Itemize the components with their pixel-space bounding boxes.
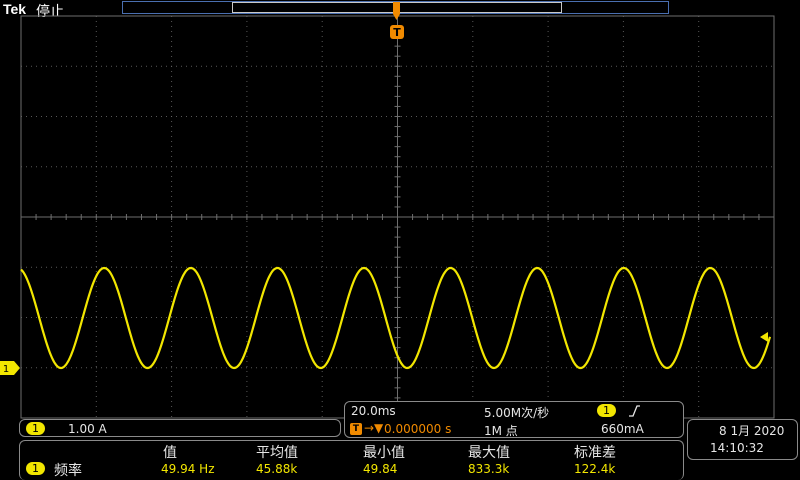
time-per-div: 20.0ms xyxy=(351,404,396,418)
measure-row-badge: 1 xyxy=(26,462,45,475)
measure-header-min: 最小值 xyxy=(363,445,405,461)
rising-edge-icon xyxy=(629,405,640,417)
trigger-level-arrow-icon[interactable] xyxy=(760,332,768,342)
channel1-ground-label: 1 xyxy=(3,364,9,375)
channel1-ground-marker[interactable]: 1 xyxy=(0,361,20,375)
measure-header-value: 值 xyxy=(163,445,177,461)
record-length: 1M 点 xyxy=(484,424,518,438)
measure-header-mean: 平均值 xyxy=(256,445,298,461)
datetime-box: 8 1月 2020 14:10:32 xyxy=(687,419,798,460)
channel1-scale-box[interactable]: 1 1.00 A xyxy=(19,419,341,437)
measure-header-stddev: 标准差 xyxy=(574,445,616,461)
measure-max: 833.3k xyxy=(468,462,510,476)
trigger-position: 0.000000 s xyxy=(384,422,452,436)
trigger-source-badge: 1 xyxy=(597,404,616,417)
sample-rate: 5.00M次/秒 xyxy=(484,406,550,420)
trigger-position-icon: T xyxy=(350,423,362,435)
trigger-arrow-icon: →▼ xyxy=(364,421,384,435)
measure-header-max: 最大值 xyxy=(468,445,510,461)
channel1-scale: 1.00 A xyxy=(68,422,107,436)
measure-stddev: 122.4k xyxy=(574,462,616,476)
trigger-level: 660mA xyxy=(601,422,644,436)
trigger-marker-label: T xyxy=(393,26,401,39)
measure-min: 49.84 xyxy=(363,462,398,476)
measure-row-name: 频率 xyxy=(54,463,82,479)
channel1-badge: 1 xyxy=(26,422,45,435)
measure-mean: 45.88k xyxy=(256,462,298,476)
measurements-panel[interactable]: 值 平均值 最小值 最大值 标准差 1 频率 49.94 Hz 45.88k 4… xyxy=(19,440,684,480)
horizontal-trigger-box[interactable]: 20.0ms 5.00M次/秒 1 T →▼ 0.000000 s 1M 点 6… xyxy=(344,401,684,438)
time: 14:10:32 xyxy=(710,441,764,455)
date: 8 1月 2020 xyxy=(719,424,785,438)
measure-value: 49.94 Hz xyxy=(161,462,215,476)
